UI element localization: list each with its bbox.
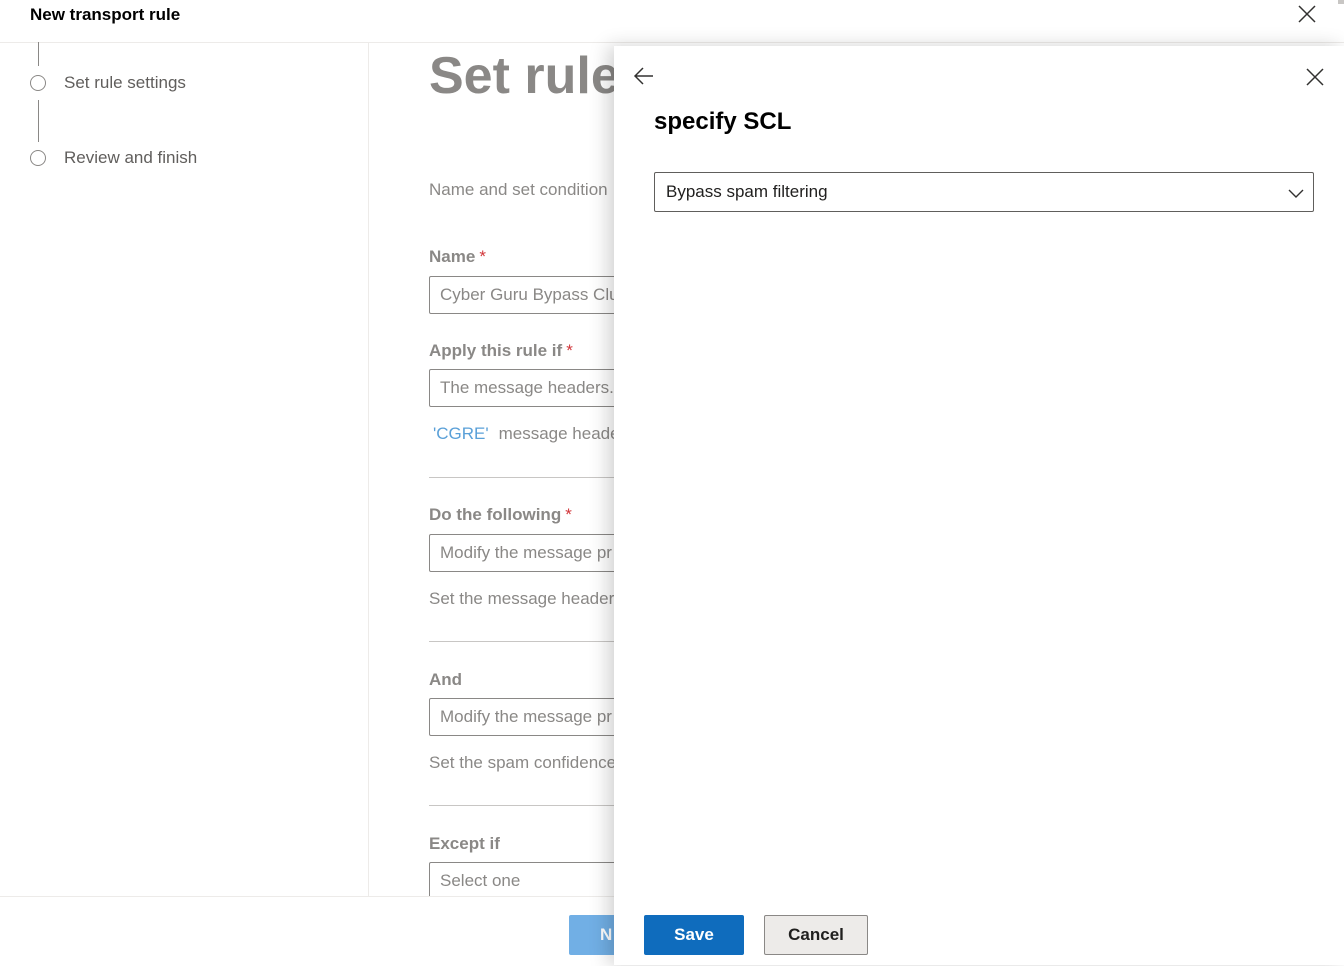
cancel-button[interactable]: Cancel <box>764 915 868 955</box>
step-circle-icon <box>30 75 46 91</box>
step-circle-icon <box>30 150 46 166</box>
do-label-text: Do the following <box>429 505 562 524</box>
chevron-down-icon <box>1287 184 1305 202</box>
required-mark: * <box>479 247 486 266</box>
page-description: Name and set condition <box>429 180 608 199</box>
wizard-title: New transport rule <box>30 5 181 24</box>
scl-dropdown-value: Bypass spam filtering <box>666 182 828 201</box>
close-icon[interactable] <box>1296 3 1318 25</box>
do-following-label: Do the following * <box>429 505 572 525</box>
condition-summary: 'CGRE' message heade <box>429 424 620 444</box>
scrollbar[interactable] <box>1338 0 1344 4</box>
step-connector <box>38 100 39 142</box>
arrow-left-icon[interactable] <box>632 65 656 87</box>
name-label: Name * <box>429 247 486 267</box>
required-mark: * <box>566 341 573 360</box>
step-review-and-finish[interactable]: Review and finish <box>64 148 197 168</box>
apply-label-text: Apply this rule if <box>429 341 563 360</box>
condition-summary-text: message heade <box>498 424 620 443</box>
specify-scl-panel: specify SCL Bypass spam filtering Save C… <box>614 46 1344 965</box>
header-name-link[interactable]: 'CGRE' <box>433 424 489 443</box>
name-label-text: Name <box>429 247 476 266</box>
apply-label: Apply this rule if * <box>429 341 573 361</box>
wizard-steps: Set rule settings Review and finish <box>0 42 369 896</box>
second-action-summary: Set the spam confidence <box>429 753 617 772</box>
wizard-header: New transport rule <box>0 0 1344 43</box>
except-if-label: Except if <box>429 834 500 853</box>
action-summary: Set the message header <box>429 589 615 608</box>
panel-title: specify SCL <box>654 108 792 135</box>
close-icon[interactable] <box>1304 66 1326 88</box>
save-button[interactable]: Save <box>644 915 744 955</box>
step-set-rule-settings[interactable]: Set rule settings <box>64 73 186 93</box>
page-title: Set rule <box>429 47 620 105</box>
step-connector <box>38 42 39 66</box>
scl-dropdown[interactable]: Bypass spam filtering <box>654 172 1314 212</box>
and-label: And <box>429 670 463 689</box>
required-mark: * <box>565 505 572 524</box>
